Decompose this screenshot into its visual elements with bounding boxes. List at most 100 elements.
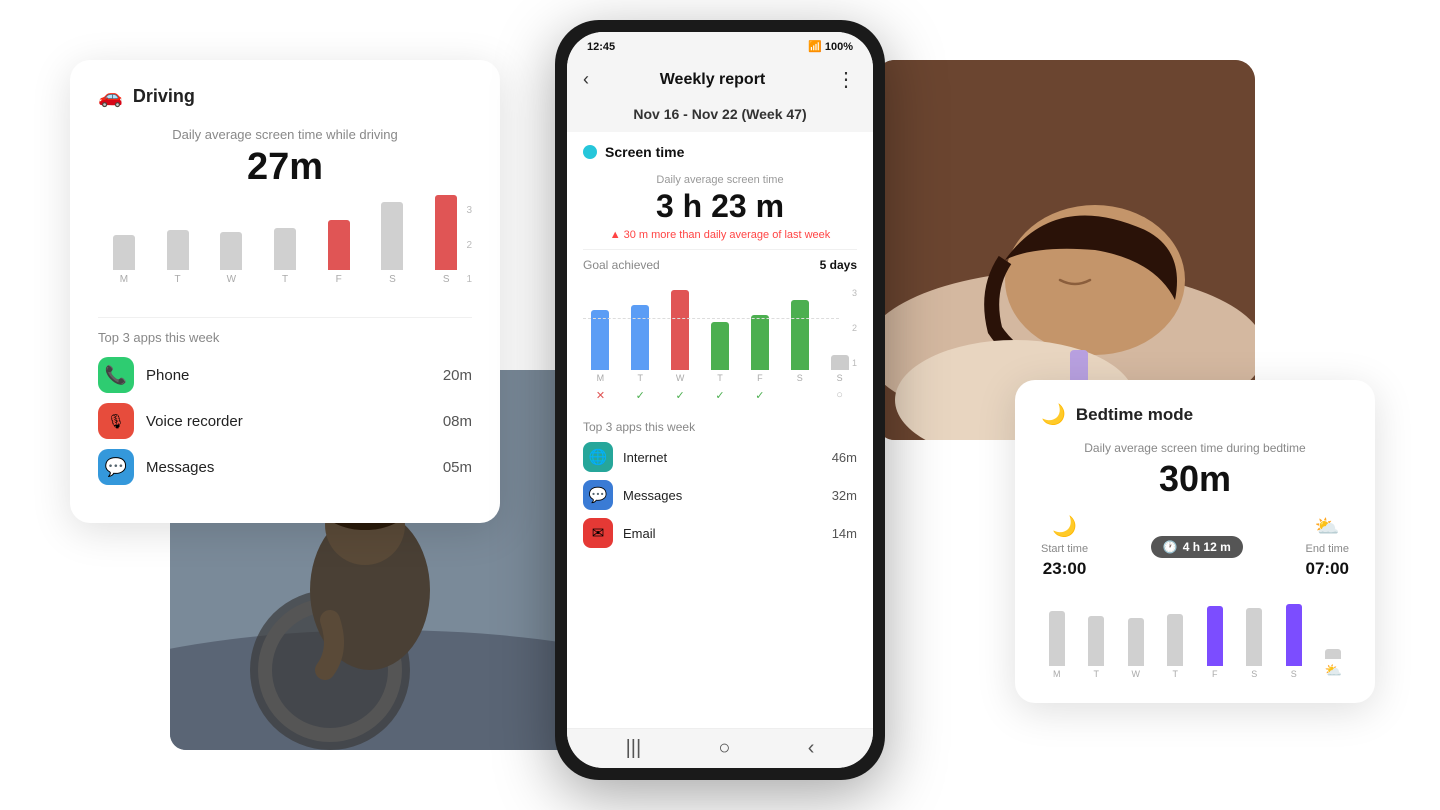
- goal-row: Goal achieved 5 days: [583, 249, 857, 280]
- p-bar-t2: [711, 322, 729, 370]
- status-bar: 12:45 📶 100%: [567, 32, 873, 57]
- bar-s: [381, 202, 403, 270]
- voice-app-time: 08m: [443, 413, 472, 430]
- times-row: 🌙 Start time 23:00 🕐 4 h 12 m ⛅ End time…: [1041, 514, 1349, 579]
- p-bar-f: [751, 315, 769, 370]
- phone-big-time: 3 h 23 m: [583, 188, 857, 225]
- phone-app-name: Phone: [146, 367, 431, 384]
- phone-content[interactable]: Screen time Daily average screen time 3 …: [567, 132, 873, 728]
- messages-app-time: 05m: [443, 459, 472, 476]
- bedtime-card: 🌙 Bedtime mode Daily average screen time…: [1015, 380, 1375, 703]
- bar-col-s: S: [371, 202, 415, 285]
- bed-bar-w: [1128, 618, 1144, 666]
- nav-recents[interactable]: |||: [626, 737, 642, 760]
- phone-bars: M T W T F: [583, 288, 857, 383]
- driving-chart-axis: 3 2 1: [466, 205, 472, 285]
- p-bar-t: [631, 305, 649, 370]
- bar-col-t2: T: [263, 228, 307, 285]
- chart-dashed-line: [583, 318, 839, 319]
- messages-app-icon: 💬: [98, 449, 134, 485]
- nav-back[interactable]: ‹: [808, 737, 815, 760]
- driving-big-time: 27m: [98, 146, 472, 189]
- phone-nav: ||| ○ ‹: [567, 728, 873, 768]
- bed-bar-m2: [1325, 649, 1341, 659]
- phone-screen: 12:45 📶 100% ‹ Weekly report ⋮ Nov 16 - …: [567, 32, 873, 768]
- driving-subtitle: Daily average screen time while driving: [98, 127, 472, 142]
- bar-s2: [435, 195, 457, 270]
- internet-name: Internet: [623, 450, 822, 465]
- phone-app-icon: 📞: [98, 357, 134, 393]
- week-range: Nov 16 - Nov 22 (Week 47): [567, 100, 873, 132]
- bar-f: [328, 220, 350, 270]
- moon-icon: 🌙: [1041, 402, 1066, 427]
- bed-bar-t: [1088, 616, 1104, 666]
- more-button[interactable]: ⋮: [836, 67, 857, 92]
- status-icons: 📶 100%: [808, 40, 853, 53]
- bed-bar-s: [1246, 608, 1262, 666]
- bar-m: [113, 235, 135, 270]
- messages-row: 💬 Messages 32m: [583, 480, 857, 510]
- app-row-phone: 📞 Phone 20m: [98, 357, 472, 393]
- internet-time: 46m: [832, 450, 857, 465]
- internet-row: 🌐 Internet 46m: [583, 442, 857, 472]
- end-label: End time: [1306, 543, 1349, 555]
- bedtime-big-time: 30m: [1041, 458, 1349, 500]
- driving-card: 🚗 Driving Daily average screen time whil…: [70, 60, 500, 523]
- app-row-messages: 💬 Messages 05m: [98, 449, 472, 485]
- messages-name: Messages: [623, 488, 822, 503]
- email-icon: ✉: [583, 518, 613, 548]
- driving-title: 🚗 Driving: [98, 84, 472, 109]
- back-button[interactable]: ‹: [583, 69, 589, 90]
- phone-app-time: 20m: [443, 367, 472, 384]
- start-icon: 🌙: [1052, 514, 1077, 539]
- bedtime-title: 🌙 Bedtime mode: [1041, 402, 1349, 427]
- signal-icon: 📶: [808, 40, 822, 53]
- bar-col-f: F: [317, 220, 361, 285]
- duration-text: 4 h 12 m: [1183, 540, 1231, 554]
- driving-chart: 3 2 1 M T W T F: [98, 205, 472, 305]
- bar-w: [220, 232, 242, 270]
- bed-bar-m: [1049, 611, 1065, 666]
- p-bar-w: [671, 290, 689, 370]
- phone-chart: 3 2 1 M T W: [583, 288, 857, 408]
- nav-home[interactable]: ○: [718, 737, 730, 760]
- goal-label: Goal achieved: [583, 258, 660, 272]
- start-label: Start time: [1041, 543, 1088, 555]
- clock-icon: 🕐: [1163, 540, 1178, 554]
- email-name: Email: [623, 526, 822, 541]
- p-bar-m: [591, 310, 609, 370]
- end-icon: ⛅: [1315, 514, 1340, 539]
- messages-icon: 💬: [583, 480, 613, 510]
- duration-badge: 🕐 4 h 12 m: [1151, 536, 1243, 558]
- trend-text: ▲ 30 m more than daily average of last w…: [583, 229, 857, 241]
- bar-t2: [274, 228, 296, 270]
- bar-t: [167, 230, 189, 270]
- screen-time-dot: [583, 145, 597, 159]
- p-bar-s2: [831, 355, 849, 370]
- bed-bar-f: [1207, 606, 1223, 666]
- start-time-block: 🌙 Start time 23:00: [1041, 514, 1088, 579]
- bar-col-m: M: [102, 235, 146, 285]
- bed-bar-s2: [1286, 604, 1302, 666]
- start-value: 23:00: [1043, 559, 1086, 579]
- check-row: ✕ ✓ ✓ ✓ ✓ ○: [583, 389, 857, 402]
- weekly-title: Weekly report: [660, 71, 766, 89]
- bar-col-s2: S: [424, 195, 468, 285]
- car-icon: 🚗: [98, 84, 123, 109]
- messages-time: 32m: [832, 488, 857, 503]
- status-time: 12:45: [587, 41, 615, 53]
- bar-col-w: W: [209, 232, 253, 285]
- bar-col-t: T: [156, 230, 200, 285]
- bedtime-chart: M T W T F S S ⛅: [1041, 589, 1349, 679]
- email-row: ✉ Email 14m: [583, 518, 857, 548]
- driving-chart-bars: M T W T F S S: [98, 205, 472, 285]
- messages-app-name: Messages: [146, 459, 431, 476]
- bed-bar-t2: [1167, 614, 1183, 666]
- email-time: 14m: [832, 526, 857, 541]
- voice-app-icon: 🎙: [98, 403, 134, 439]
- driving-apps-title: Top 3 apps this week: [98, 330, 472, 345]
- screen-time-header: Screen time: [583, 132, 857, 166]
- end-time-block: ⛅ End time 07:00: [1306, 514, 1349, 579]
- goal-value: 5 days: [820, 258, 857, 272]
- app-row-voice: 🎙 Voice recorder 08m: [98, 403, 472, 439]
